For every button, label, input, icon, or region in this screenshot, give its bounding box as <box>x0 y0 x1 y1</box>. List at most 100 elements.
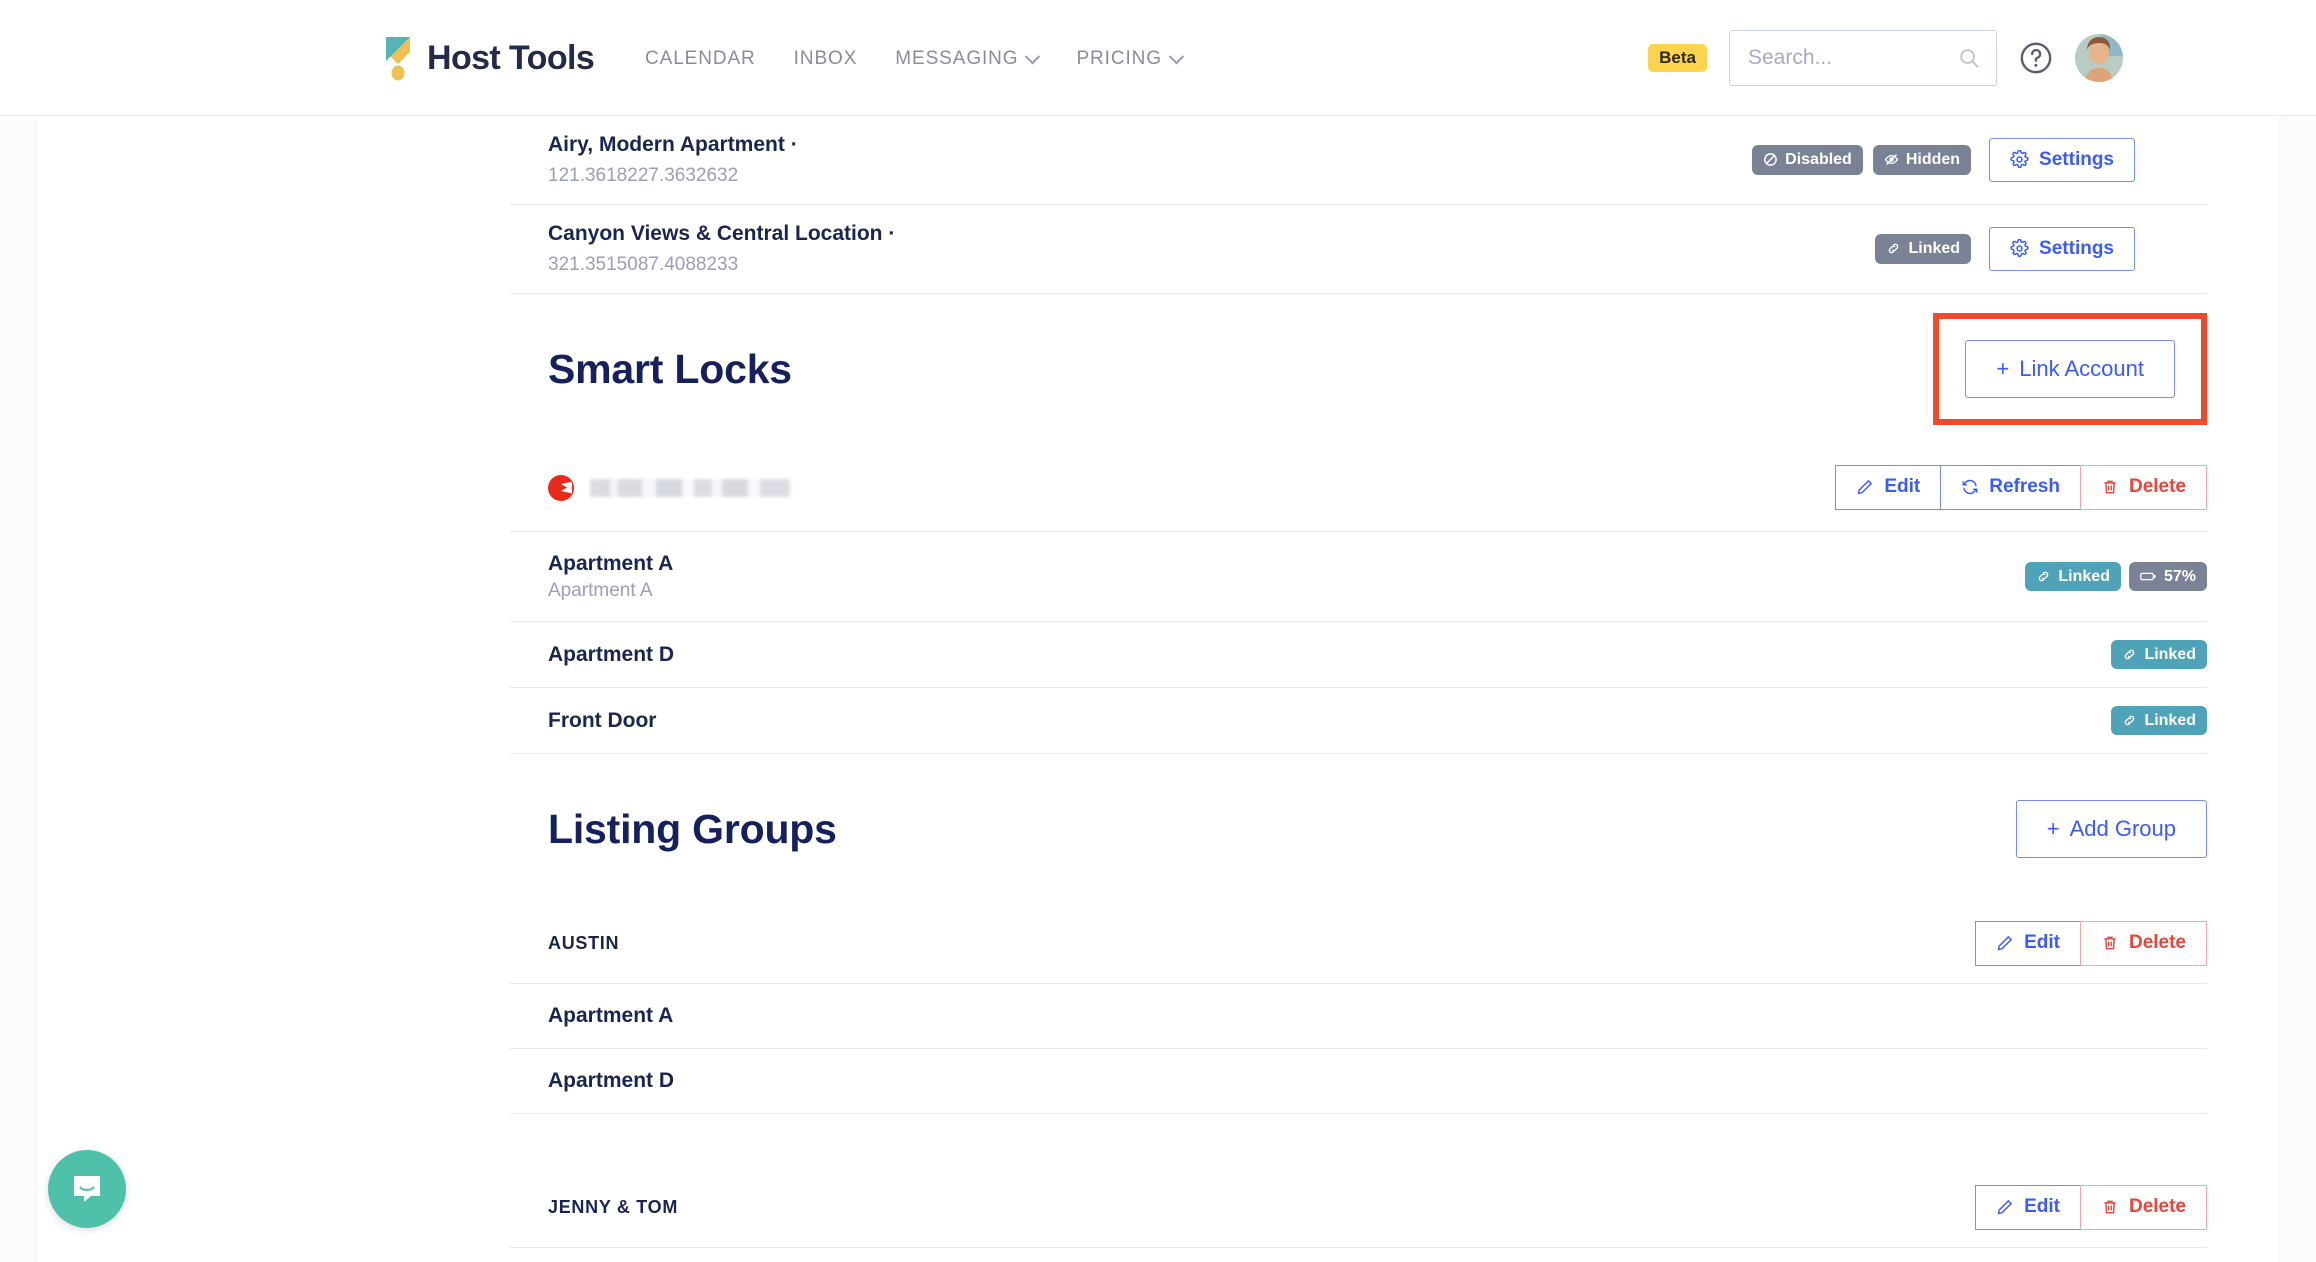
listing-group-item-name: Apartment D <box>548 1069 675 1092</box>
status-badge-linked: Linked <box>2025 561 2121 592</box>
add-group-label: Add Group <box>2069 815 2176 841</box>
refresh-button-label: Refresh <box>1989 476 2060 498</box>
smart-locks-header: Smart Locks + Link Account <box>510 294 2207 444</box>
status-badge-disabled-label: Disabled <box>1785 151 1852 169</box>
smart-lock-row[interactable]: Apartment A Apartment A Linked 57% <box>510 532 2207 622</box>
delete-button-label: Delete <box>2128 476 2186 498</box>
trash-icon <box>2104 937 2116 950</box>
redacted-account-text <box>590 478 790 497</box>
link-icon <box>1889 244 1899 254</box>
header-right-cluster: Beta <box>1648 30 2123 86</box>
nav-item-pricing[interactable]: PRICING <box>1076 48 1185 70</box>
nav-label-messaging: MESSAGING <box>895 48 1019 69</box>
link-account-highlight: + Link Account <box>1933 312 2207 426</box>
nav-label-pricing: PRICING <box>1076 48 1162 69</box>
settings-button[interactable]: Settings <box>1989 226 2135 272</box>
nav-item-calendar[interactable]: CALENDAR <box>645 48 756 70</box>
status-badge-linked-label: Linked <box>1908 240 1961 258</box>
nav-label-inbox: INBOX <box>793 48 858 69</box>
chat-launcher-button[interactable] <box>48 1150 126 1228</box>
delete-button[interactable]: Delete <box>2079 1185 2207 1230</box>
delete-button-label: Delete <box>2128 1196 2186 1218</box>
edit-button-label: Edit <box>2024 932 2060 954</box>
listing-group-name: AUSTIN <box>548 933 620 953</box>
status-badge-linked: Linked <box>1875 234 1972 264</box>
refresh-icon <box>1962 480 1978 495</box>
status-badge-linked: Linked <box>2111 639 2207 670</box>
edit-button[interactable]: Edit <box>1975 921 2081 966</box>
smart-lock-row[interactable]: Front Door Linked <box>510 688 2207 754</box>
trash-icon <box>2104 1201 2116 1214</box>
pencil-icon <box>1857 480 1873 495</box>
listing-groups-header: Listing Groups + Add Group <box>510 754 2207 904</box>
refresh-button[interactable]: Refresh <box>1940 465 2081 510</box>
nav-item-messaging[interactable]: MESSAGING <box>895 48 1041 70</box>
listing-group-item-name: Apartment A <box>548 1004 674 1027</box>
help-circle-icon[interactable] <box>2019 41 2053 75</box>
eye-off-icon <box>1884 154 1899 166</box>
lock-brand-logo <box>548 474 574 501</box>
smart-lock-account-row[interactable]: Edit Refresh Delete <box>510 444 2207 532</box>
listing-group-item-row[interactable]: Apartment D <box>510 1049 2207 1114</box>
link-account-button[interactable]: + Link Account <box>1965 339 2175 399</box>
search-box[interactable] <box>1729 30 1997 86</box>
smart-lock-row[interactable]: Apartment D Linked <box>510 622 2207 688</box>
content-inner: Airy, Modern Apartment · 121.3618227.363… <box>37 116 2279 1248</box>
search-icon <box>1960 49 1979 68</box>
add-group-button[interactable]: + Add Group <box>2015 799 2207 859</box>
battery-icon <box>2140 572 2156 581</box>
gear-icon <box>2010 239 2029 258</box>
listing-group-item-row[interactable]: Apartment A <box>510 984 2207 1049</box>
edit-button[interactable]: Edit <box>1835 465 1942 510</box>
listing-row[interactable]: Canyon Views & Central Location · 321.35… <box>510 205 2207 294</box>
delete-button-label: Delete <box>2128 932 2186 954</box>
listing-group-actions: Edit Delete <box>1975 1185 2207 1230</box>
trash-icon <box>2104 481 2116 494</box>
delete-button[interactable]: Delete <box>2079 921 2207 966</box>
listing-group-name: JENNY & TOM <box>548 1197 679 1217</box>
chevron-down-icon <box>1025 48 1041 64</box>
smart-lock-name: Front Door <box>548 708 657 732</box>
search-input[interactable] <box>1730 31 1996 85</box>
page-title-smart-locks: Smart Locks <box>548 345 792 392</box>
listing-group-header-row[interactable]: JENNY & TOM Edit Delete <box>510 1168 2207 1248</box>
intercom-chat-icon <box>74 1176 100 1202</box>
battery-badge: 57% <box>2128 561 2207 592</box>
listing-title: Canyon Views & Central Location · <box>548 222 896 245</box>
page-title-listing-groups: Listing Groups <box>548 805 837 852</box>
settings-button[interactable]: Settings <box>1989 137 2135 183</box>
status-badge-linked-label: Linked <box>2144 711 2196 729</box>
avatar[interactable] <box>2075 34 2123 82</box>
plus-icon: + <box>1996 355 2010 381</box>
settings-button-label: Settings <box>2039 237 2114 259</box>
gear-icon <box>2010 150 2029 169</box>
edit-button-label: Edit <box>2024 1196 2060 1218</box>
brand-logo-link[interactable]: Host Tools <box>383 35 595 81</box>
listing-info: Airy, Modern Apartment · 121.3618227.363… <box>548 130 798 190</box>
pencil-icon <box>1997 1200 2013 1215</box>
listing-row[interactable]: Airy, Modern Apartment · 121.3618227.363… <box>510 116 2207 205</box>
listing-info: Canyon Views & Central Location · 321.35… <box>548 219 895 279</box>
battery-level-label: 57% <box>2163 567 2196 585</box>
status-badge-disabled: Disabled <box>1752 145 1863 175</box>
status-badge-hidden-label: Hidden <box>1905 151 1961 169</box>
settings-button-label: Settings <box>2039 148 2114 170</box>
listing-id: 121.3618227.3632632 <box>548 165 739 187</box>
delete-button[interactable]: Delete <box>2079 465 2207 510</box>
listing-row-actions: Linked Settings <box>1875 226 2135 272</box>
no-entry-icon <box>1764 153 1778 167</box>
smart-lock-name: Apartment D <box>548 642 675 666</box>
listing-group-header-row[interactable]: AUSTIN Edit Delete <box>510 904 2207 984</box>
nav-item-inbox[interactable]: INBOX <box>794 48 858 70</box>
listing-row-actions: Disabled Hidden Settings <box>1752 137 2135 183</box>
link-icon <box>2125 715 2135 726</box>
edit-button[interactable]: Edit <box>1975 1185 2081 1230</box>
edit-button-label: Edit <box>1884 476 1921 498</box>
status-badge-linked-label: Linked <box>2058 567 2110 585</box>
listing-id: 321.3515087.4088233 <box>548 254 739 276</box>
beta-badge: Beta <box>1648 43 1707 73</box>
link-icon <box>2039 571 2049 582</box>
smart-lock-listing: Apartment A <box>548 579 653 601</box>
pencil-icon <box>1997 936 2013 951</box>
